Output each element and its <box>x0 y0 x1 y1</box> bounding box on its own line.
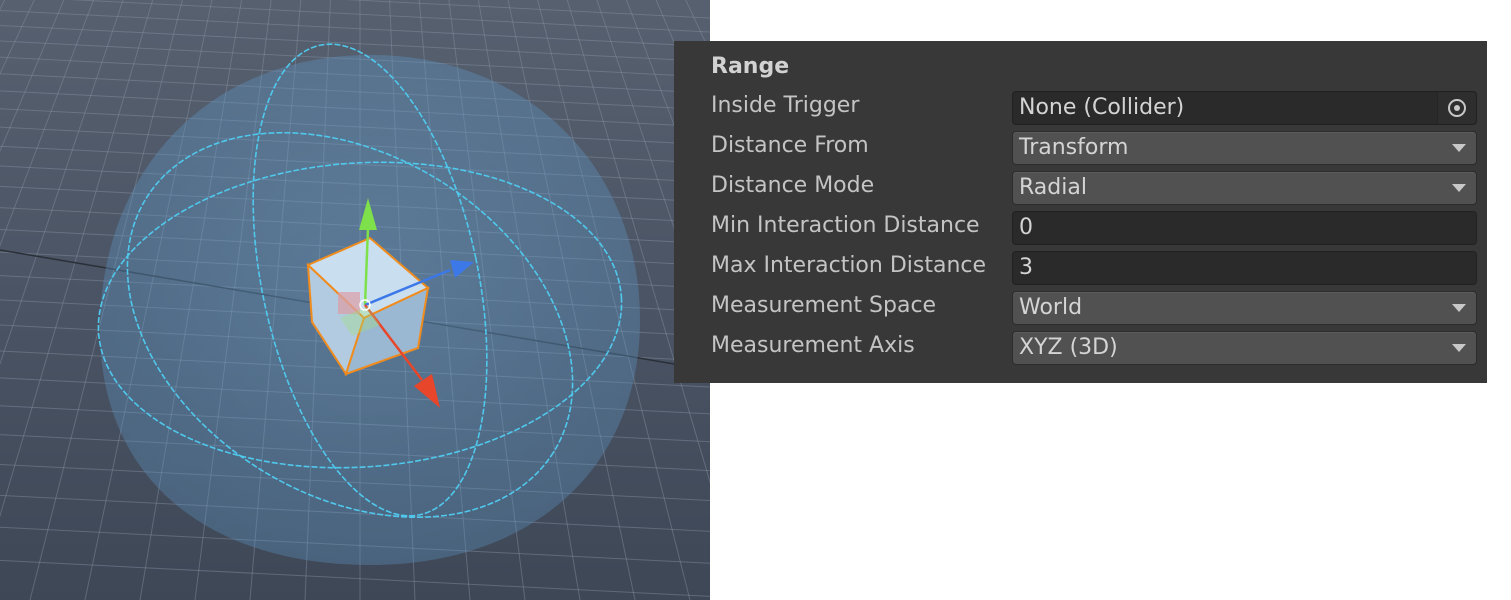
row-min-interaction-distance: Min Interaction Distance 0 <box>674 209 1487 245</box>
dropdown-arrow-icon <box>1452 344 1466 352</box>
min-interaction-distance-input[interactable]: 0 <box>1012 211 1477 245</box>
min-interaction-distance-value: 0 <box>1019 215 1033 240</box>
row-max-interaction-distance: Max Interaction Distance 3 <box>674 249 1487 285</box>
inside-trigger-value: None (Collider) <box>1019 95 1185 120</box>
distance-mode-value: Radial <box>1019 175 1087 200</box>
max-interaction-distance-label: Max Interaction Distance <box>711 253 987 278</box>
dropdown-arrow-icon <box>1452 144 1466 152</box>
measurement-space-value: World <box>1019 295 1083 320</box>
measurement-axis-label: Measurement Axis <box>711 333 915 358</box>
distance-mode-label: Distance Mode <box>711 173 875 198</box>
row-measurement-axis: Measurement Axis XYZ (3D) <box>674 329 1487 365</box>
inside-trigger-label: Inside Trigger <box>711 93 860 118</box>
scene-view[interactable] <box>0 0 710 600</box>
dropdown-arrow-icon <box>1452 304 1466 312</box>
max-interaction-distance-value: 3 <box>1019 255 1033 280</box>
scene-viewport-canvas[interactable] <box>0 0 710 600</box>
row-distance-from: Distance From Transform <box>674 129 1487 165</box>
inside-trigger-field[interactable]: None (Collider) <box>1012 91 1477 125</box>
min-interaction-distance-label: Min Interaction Distance <box>711 213 980 238</box>
measurement-space-dropdown[interactable]: World <box>1012 291 1477 325</box>
measurement-axis-value: XYZ (3D) <box>1019 335 1118 360</box>
max-interaction-distance-input[interactable]: 3 <box>1012 251 1477 285</box>
distance-from-dropdown[interactable]: Transform <box>1012 131 1477 165</box>
dropdown-arrow-icon <box>1452 184 1466 192</box>
distance-from-label: Distance From <box>711 133 869 158</box>
distance-mode-dropdown[interactable]: Radial <box>1012 171 1477 205</box>
measurement-space-label: Measurement Space <box>711 293 937 318</box>
measurement-axis-dropdown[interactable]: XYZ (3D) <box>1012 331 1477 365</box>
row-inside-trigger: Inside Trigger None (Collider) <box>674 89 1487 125</box>
inspector-panel: Range Inside Trigger None (Collider) Dis… <box>674 41 1487 383</box>
target-picker-icon[interactable] <box>1437 92 1476 124</box>
section-header-range: Range <box>711 54 790 79</box>
row-measurement-space: Measurement Space World <box>674 289 1487 325</box>
row-distance-mode: Distance Mode Radial <box>674 169 1487 205</box>
distance-from-value: Transform <box>1019 135 1129 160</box>
